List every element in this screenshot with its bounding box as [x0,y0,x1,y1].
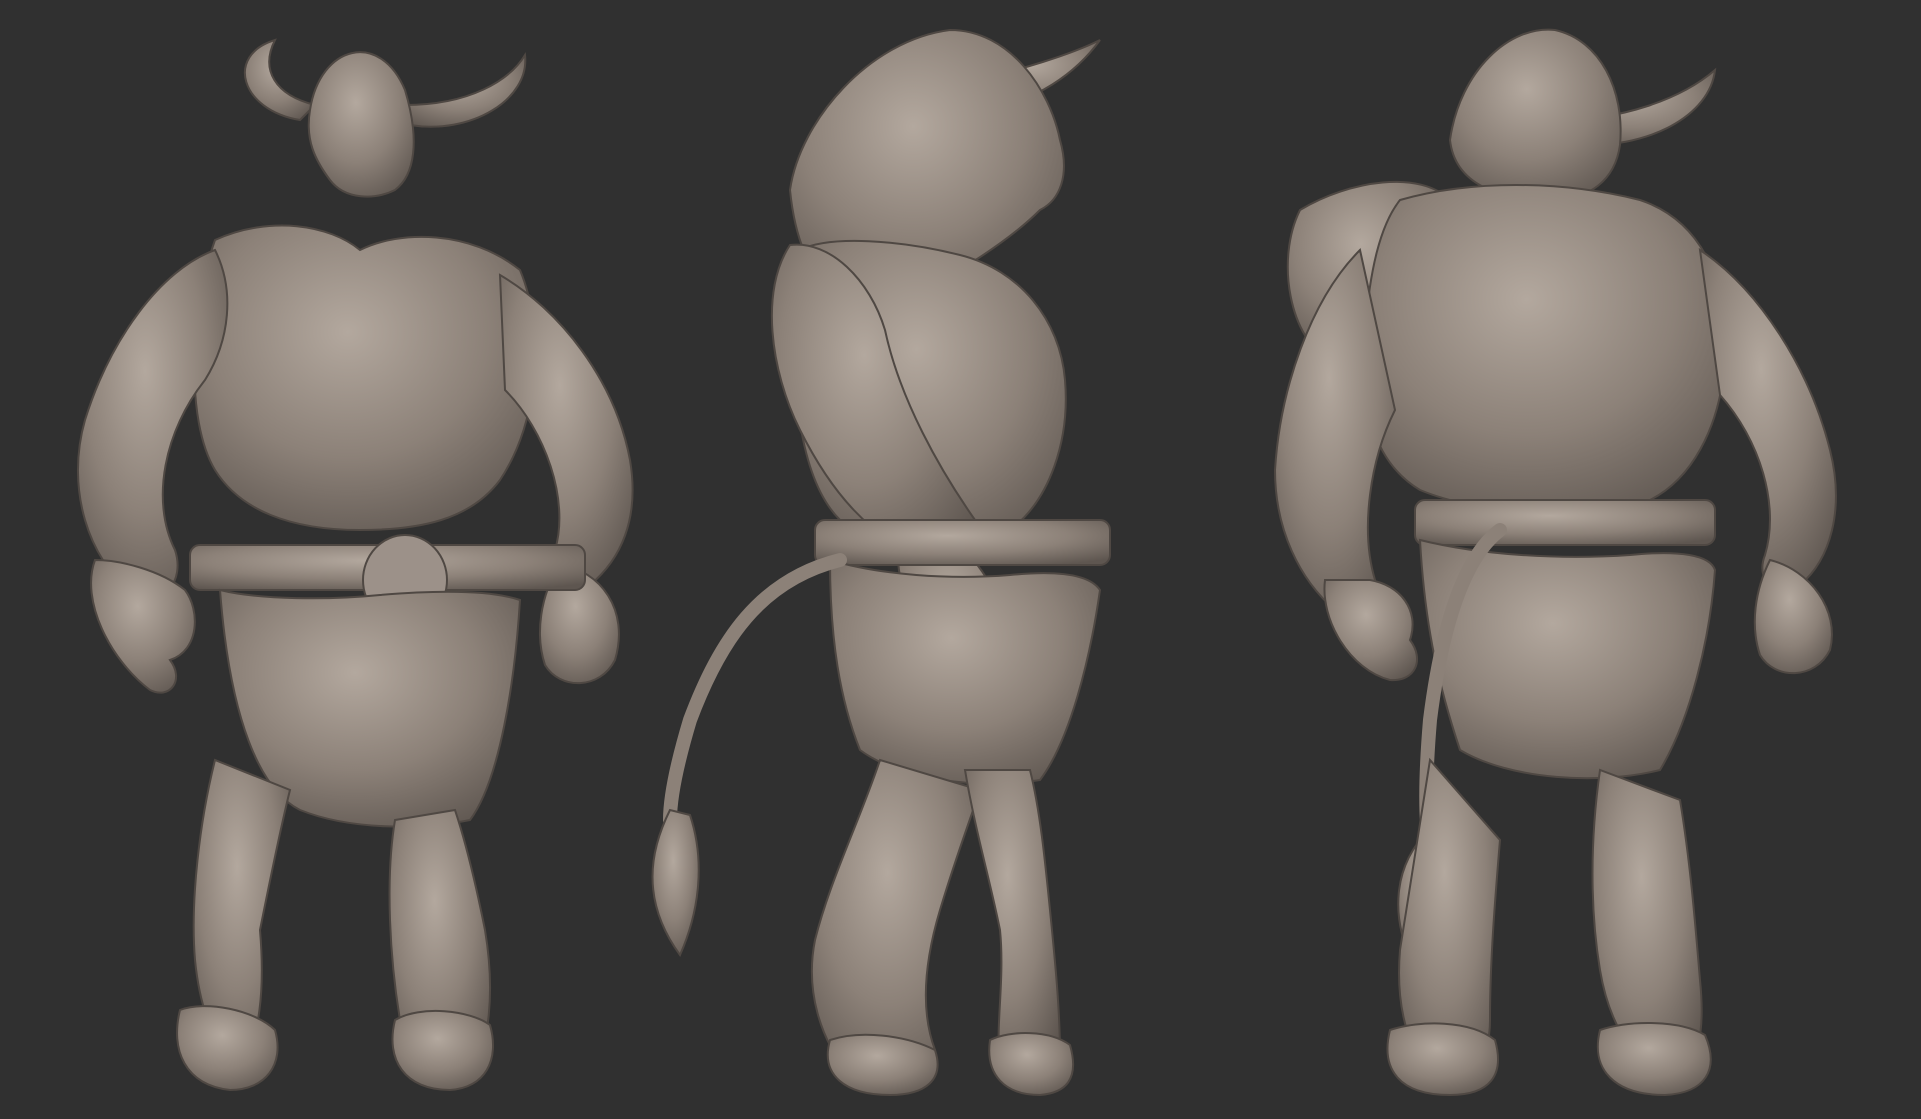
side-front-leg [963,769,1062,1072]
left-hoof [176,1005,279,1092]
back-head [1448,28,1622,202]
side-front-hoof [988,1032,1075,1097]
front-view-model [77,38,634,1092]
head [307,51,415,198]
back-right-arm [1698,247,1837,592]
back-right-hand [1753,558,1833,675]
side-tail-tip [651,808,700,957]
back-belt [1414,499,1716,546]
sculpt-viewport [0,0,1921,1119]
back-torso [1362,184,1727,514]
side-view-model [651,28,1111,1097]
side-belt [814,519,1111,566]
back-right-hoof [1596,1022,1712,1097]
back-left-hand [1323,579,1419,682]
left-horn [243,38,317,122]
side-loincloth [828,558,1102,785]
torso [193,224,537,532]
side-tail [663,553,847,827]
back-view-model [1273,28,1837,1097]
render-canvas [77,28,1837,1097]
right-hoof [391,1010,495,1092]
side-back-hoof [826,1033,939,1097]
back-left-hoof [1386,1022,1499,1097]
side-back-leg [810,758,982,1083]
right-horn [403,51,527,128]
left-hand [90,558,196,694]
